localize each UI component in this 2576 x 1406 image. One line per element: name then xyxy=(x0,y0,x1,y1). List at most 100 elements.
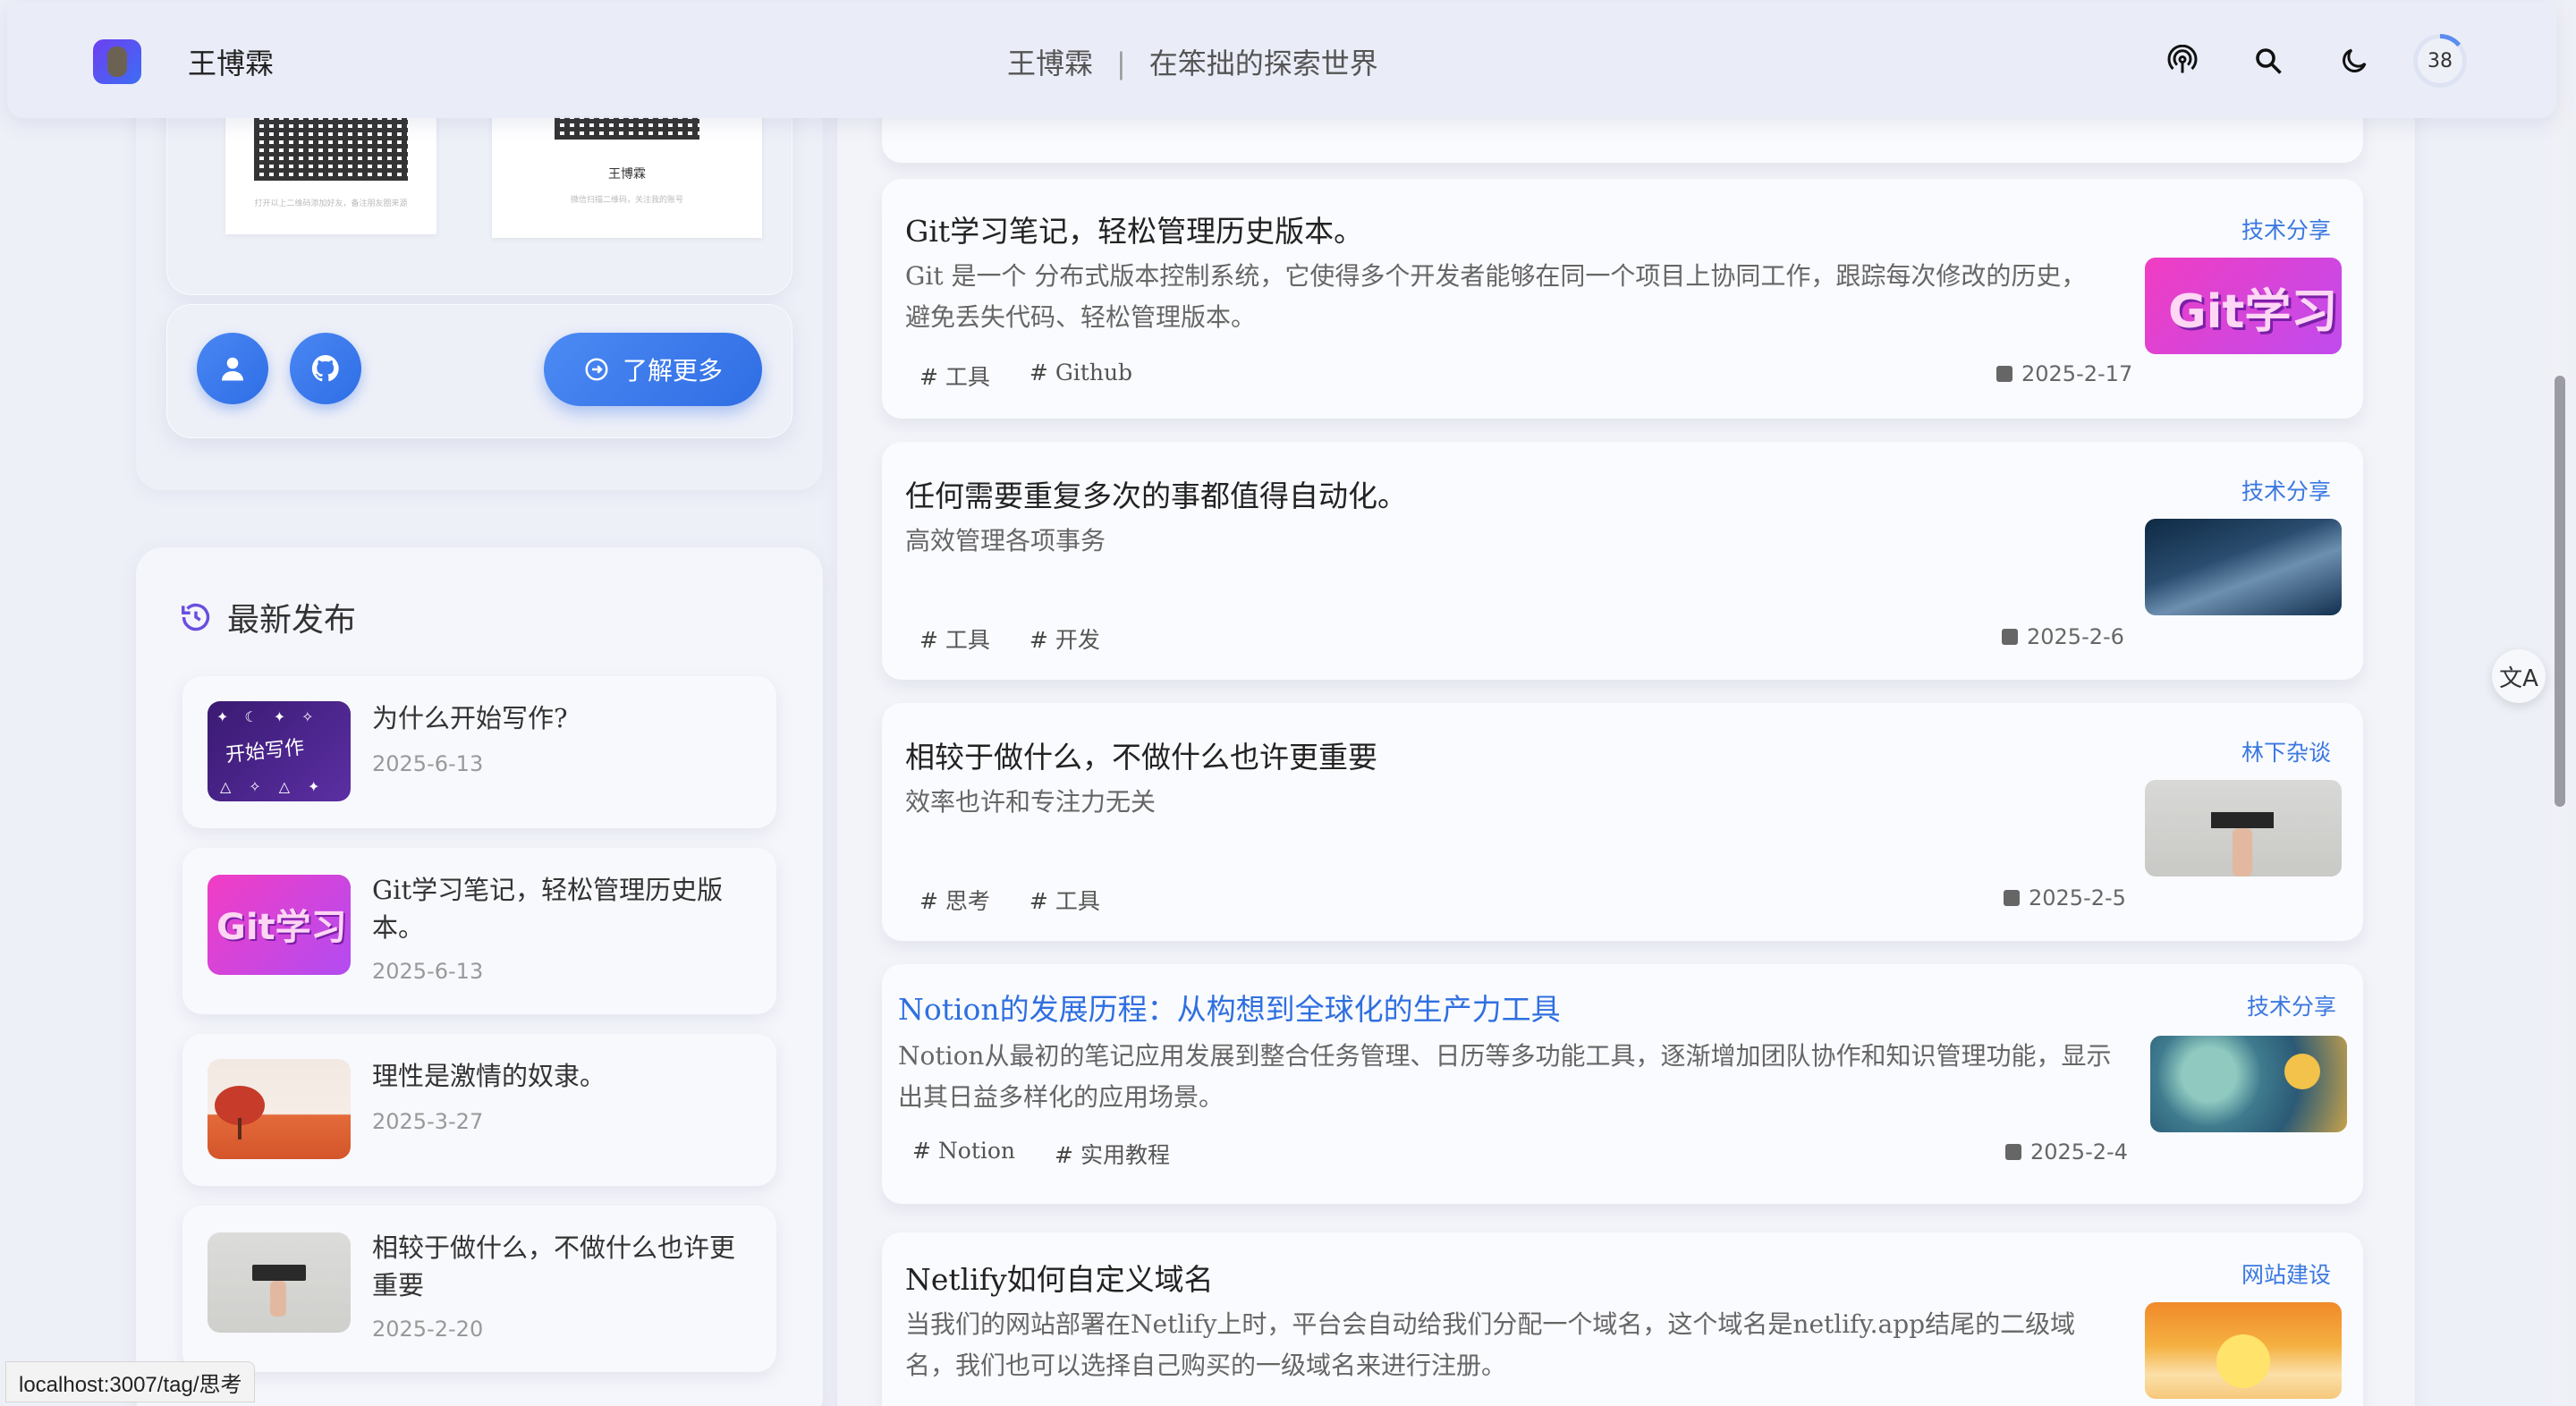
tag-link[interactable]: 工具 xyxy=(1030,884,1100,916)
thumbnail-caption: 开始写作 xyxy=(225,736,306,767)
post-thumbnail: 开始写作 ✦☾✦✧ △✧△✦ xyxy=(208,701,351,801)
post-thumbnail xyxy=(208,1059,351,1159)
recent-post-item[interactable]: 开始写作 ✦☾✦✧ △✧△✦ 为什么开始写作? 2025-6-13 xyxy=(182,676,776,828)
post-tags: 思考 工具 xyxy=(919,884,1100,916)
thumbnail-caption: Git学习 xyxy=(2168,285,2338,339)
user-icon xyxy=(222,357,243,381)
post-tags: 工具 Github xyxy=(919,360,1132,392)
post-category[interactable]: 网站建设 xyxy=(2241,1258,2331,1290)
tag-link[interactable]: 思考 xyxy=(919,884,990,916)
moon-icon[interactable] xyxy=(2326,32,2383,89)
calendar-icon xyxy=(2004,890,2020,906)
qr-owner-name: 王博霖 xyxy=(608,167,646,182)
scrollbar-thumb[interactable] xyxy=(2555,376,2565,807)
post-thumbnail[interactable] xyxy=(2150,1036,2347,1132)
qr-code-pattern xyxy=(555,116,699,140)
translate-icon[interactable]: 文A xyxy=(2492,649,2546,703)
post-description: 当我们的网站部署在Netlify上时，平台会自动给我们分配一个域名，这个域名是n… xyxy=(905,1309,2076,1380)
post-date: 2025-2-6 xyxy=(2002,624,2124,649)
post-card[interactable]: Netlify如何自定义域名 当我们的网站部署在Netlify上时，平台会自动给… xyxy=(882,1232,2363,1406)
title-separator: | xyxy=(1116,47,1126,80)
post-date: 2025-2-5 xyxy=(2004,885,2126,911)
post-date: 2025-2-17 xyxy=(1996,361,2132,386)
tag-link[interactable]: Github xyxy=(1030,360,1132,392)
recent-post-date: 2025-6-13 xyxy=(372,751,484,776)
calendar-icon xyxy=(2002,629,2018,645)
link-status-bar: localhost:3007/tag/思考 xyxy=(5,1361,256,1402)
recent-post-title[interactable]: 理性是激情的奴隶。 xyxy=(372,1057,748,1095)
calendar-icon xyxy=(2005,1144,2021,1160)
sun-shape xyxy=(2216,1334,2270,1388)
post-card[interactable]: Git学习笔记，轻松管理历史版本。 Git 是一个 分布式版本控制系统，它使得多… xyxy=(882,179,2363,419)
post-description: 高效管理各项事务 xyxy=(905,526,1106,555)
recent-post-item[interactable]: Git学习 Git学习笔记，轻松管理历史版本。 2025-6-13 xyxy=(182,848,776,1014)
post-date-text: 2025-2-6 xyxy=(2027,624,2124,649)
hand-shape xyxy=(2233,828,2252,877)
post-tags: 工具 开发 xyxy=(919,623,1100,655)
post-category[interactable]: 技术分享 xyxy=(2247,989,2336,1021)
post-title[interactable]: Git学习笔记，轻松管理历史版本。 xyxy=(905,208,1363,250)
sun-shape xyxy=(2284,1054,2320,1089)
site-name[interactable]: 王博霖 xyxy=(188,41,274,82)
learn-more-button[interactable]: 了解更多 xyxy=(544,333,762,406)
history-icon xyxy=(182,603,210,631)
page-title: 王博霖 | 在笨拙的探索世界 xyxy=(1007,41,1378,82)
recent-post-title[interactable]: Git学习笔记，轻松管理历史版本。 xyxy=(372,871,748,946)
hand-shape xyxy=(270,1281,286,1317)
post-title[interactable]: Notion的发展历程：从构想到全球化的生产力工具 xyxy=(898,986,1561,1029)
tag-link[interactable]: 工具 xyxy=(919,623,990,655)
github-button[interactable] xyxy=(290,333,361,404)
post-description: Notion从最初的笔记应用发展到整合任务管理、日历等多功能工具，逐渐增加团队协… xyxy=(898,1041,2112,1112)
post-title[interactable]: 相较于做什么，不做什么也许更重要 xyxy=(905,733,1377,776)
learn-more-label: 了解更多 xyxy=(622,356,723,385)
tag-link[interactable]: 实用教程 xyxy=(1055,1138,1170,1170)
recent-post-item[interactable]: 相较于做什么，不做什么也许更重要 2025-2-20 xyxy=(182,1206,776,1372)
site-tagline: 在笨拙的探索世界 xyxy=(1148,47,1378,80)
post-thumbnail[interactable] xyxy=(2145,780,2342,877)
arrow-circle-icon xyxy=(585,358,608,381)
post-date-text: 2025-2-17 xyxy=(2021,361,2133,386)
qr-caption: 微信扫描二维码，关注我的账号 xyxy=(570,196,683,205)
tag-link[interactable]: 开发 xyxy=(1030,623,1100,655)
recent-post-date: 2025-6-13 xyxy=(372,959,484,984)
tree-trunk xyxy=(238,1118,242,1139)
recent-post-date: 2025-3-27 xyxy=(372,1109,484,1134)
post-title[interactable]: 任何需要重复多次的事都值得自动化。 xyxy=(905,472,1407,515)
doodle-icons: △✧△✦ xyxy=(220,778,338,795)
recent-posts-heading: 最新发布 xyxy=(179,594,356,640)
post-category[interactable]: 技术分享 xyxy=(2241,474,2331,506)
post-description: Git 是一个 分布式版本控制系统，它使得多个开发者能够在同一个项目上协同工作，… xyxy=(905,261,2087,332)
post-tags: Notion 实用教程 xyxy=(912,1138,1170,1170)
post-thumbnail[interactable] xyxy=(2145,1302,2342,1399)
recent-post-date: 2025-2-20 xyxy=(372,1317,484,1342)
search-icon[interactable] xyxy=(2240,32,2297,89)
about-me-button[interactable] xyxy=(197,333,268,404)
post-card[interactable]: 任何需要重复多次的事都值得自动化。 高效管理各项事务 工具 开发 2025-2-… xyxy=(882,442,2363,680)
tag-link[interactable]: 工具 xyxy=(919,360,990,392)
reading-progress-value: 38 xyxy=(2418,38,2462,83)
github-icon xyxy=(311,354,339,382)
post-category[interactable]: 技术分享 xyxy=(2241,213,2331,245)
post-thumbnail[interactable]: Git学习 xyxy=(2145,258,2342,354)
post-card[interactable]: Notion的发展历程：从构想到全球化的生产力工具 Notion从最初的笔记应用… xyxy=(882,964,2363,1204)
post-date-text: 2025-2-4 xyxy=(2030,1139,2128,1165)
post-thumbnail[interactable] xyxy=(2145,519,2342,615)
reading-progress-indicator: 38 xyxy=(2413,34,2467,88)
thumbnail-caption: Git学习 xyxy=(216,907,347,948)
site-logo[interactable] xyxy=(93,39,141,84)
tag-link[interactable]: Notion xyxy=(912,1138,1015,1170)
post-date-text: 2025-2-5 xyxy=(2029,885,2126,911)
post-date: 2025-2-4 xyxy=(2005,1139,2128,1165)
book-stack xyxy=(2211,812,2274,828)
recent-post-title[interactable]: 相较于做什么，不做什么也许更重要 xyxy=(372,1229,748,1304)
post-category[interactable]: 林下杂谈 xyxy=(2241,735,2331,767)
qr-caption: 打开以上二维码添加好友，备注朋友圈来源 xyxy=(254,199,408,208)
top-navbar: 王博霖 王博霖 | 在笨拙的探索世界 38 xyxy=(7,2,2556,118)
post-thumbnail xyxy=(208,1232,351,1333)
podcast-icon[interactable] xyxy=(2154,32,2211,89)
post-title[interactable]: Netlify如何自定义域名 xyxy=(905,1256,1214,1299)
recent-post-item[interactable]: 理性是激情的奴隶。 2025-3-27 xyxy=(182,1034,776,1186)
recent-post-title[interactable]: 为什么开始写作? xyxy=(372,699,748,737)
book-stack xyxy=(252,1265,306,1281)
post-card[interactable]: 相较于做什么，不做什么也许更重要 效率也许和专注力无关 思考 工具 2025-2… xyxy=(882,703,2363,941)
